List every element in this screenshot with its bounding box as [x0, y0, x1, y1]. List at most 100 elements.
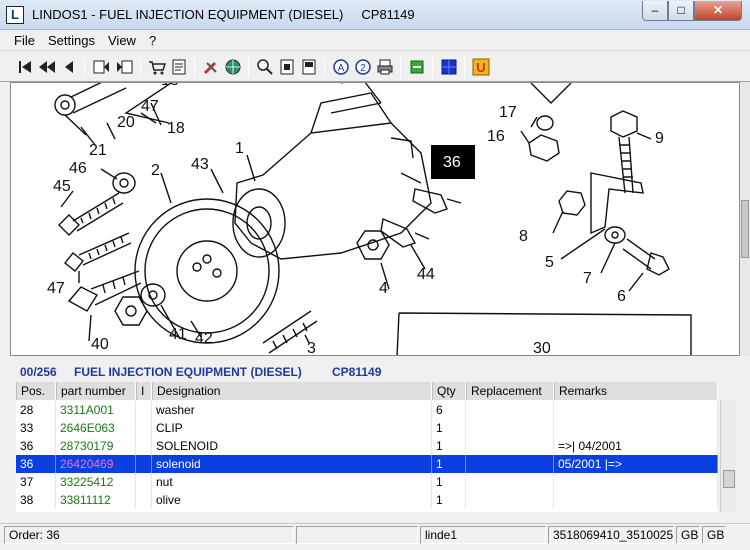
table-row-selected[interactable]: 36 26420469 solenoid 1 05/2001 |=>: [16, 455, 718, 473]
book-back-icon[interactable]: [92, 58, 110, 76]
parts-counter: 00/256: [20, 365, 57, 379]
status-lang-2: GB: [702, 526, 726, 544]
svg-text:2: 2: [360, 63, 366, 74]
toolbar-separator: [400, 57, 401, 77]
book-forward-icon[interactable]: [116, 58, 134, 76]
cell-pos: 33: [16, 419, 56, 437]
cell-flag: [136, 437, 152, 455]
parts-table: Pos. part number I Designation Qty Repla…: [16, 382, 718, 512]
svg-text:40: 40: [91, 336, 109, 353]
search-a-icon[interactable]: A: [332, 58, 350, 76]
cell-replacement: [466, 437, 554, 455]
cell-designation: olive: [152, 491, 432, 509]
cell-part-number: 2646E063: [56, 419, 136, 437]
cell-qty: 1: [432, 473, 466, 491]
cell-flag: [136, 455, 152, 473]
column-flag[interactable]: I: [136, 382, 152, 400]
cell-flag: [136, 419, 152, 437]
svg-text:9: 9: [655, 130, 664, 147]
cell-designation: washer: [152, 401, 432, 419]
drawing-scroll-thumb[interactable]: [741, 200, 749, 258]
toolbar: A 2 U: [0, 50, 750, 82]
cell-replacement: [466, 491, 554, 509]
table-row[interactable]: 33 2646E063 CLIP 1: [16, 419, 718, 437]
previous-icon[interactable]: [60, 58, 78, 76]
minimize-button[interactable]: –: [642, 1, 668, 21]
svg-text:5: 5: [545, 254, 554, 271]
table-scroll-thumb[interactable]: [723, 470, 735, 488]
cell-replacement: [466, 419, 554, 437]
cell-part-number: 26420469: [56, 455, 136, 473]
svg-text:U: U: [476, 60, 485, 75]
svg-text:7: 7: [583, 270, 592, 287]
page-icon[interactable]: [278, 58, 296, 76]
cell-remarks: [554, 473, 718, 491]
close-button[interactable]: ✕: [694, 1, 742, 21]
table-header: Pos. part number I Designation Qty Repla…: [16, 382, 718, 400]
menu-file[interactable]: File: [14, 33, 35, 48]
column-pos[interactable]: Pos.: [16, 382, 56, 400]
grid-icon[interactable]: [440, 58, 458, 76]
table-row[interactable]: 38 33811112 olive 1: [16, 491, 718, 509]
globe-icon[interactable]: [224, 58, 242, 76]
column-replacement[interactable]: Replacement: [466, 382, 554, 400]
table-row[interactable]: 37 33225412 nut 1: [16, 473, 718, 491]
parts-title: FUEL INJECTION EQUIPMENT (DIESEL): [74, 365, 302, 379]
menu-settings[interactable]: Settings: [48, 33, 95, 48]
svg-text:A: A: [338, 63, 345, 74]
svg-text:8: 8: [519, 228, 528, 245]
update-icon[interactable]: U: [472, 58, 490, 76]
cell-designation: nut: [152, 473, 432, 491]
svg-text:30: 30: [533, 340, 551, 356]
tools-icon[interactable]: [202, 58, 220, 76]
maximize-button[interactable]: □: [668, 1, 694, 21]
status-order: Order: 36: [4, 526, 294, 544]
svg-text:3: 3: [307, 340, 316, 356]
table-row[interactable]: 36 28730179 SOLENOID 1 =>| 04/2001: [16, 437, 718, 455]
column-designation[interactable]: Designation: [152, 382, 432, 400]
svg-text:47: 47: [141, 98, 159, 115]
drawing-scrollbar[interactable]: [740, 82, 750, 356]
menu-view[interactable]: View: [108, 33, 136, 48]
svg-text:17: 17: [499, 104, 517, 121]
previous-group-icon[interactable]: [38, 58, 56, 76]
cell-part-number: 33811112: [56, 491, 136, 509]
print-icon[interactable]: [376, 58, 394, 76]
cell-part-number: 3311A001: [56, 401, 136, 419]
cell-designation: CLIP: [152, 419, 432, 437]
svg-text:2: 2: [151, 162, 160, 179]
status-pane-2: [296, 526, 418, 544]
svg-text:20: 20: [117, 114, 135, 131]
cell-flag: [136, 491, 152, 509]
exploded-view-drawing[interactable]: 13 47 20 18 21 46 2 43 1 36 17 16 9 45 8…: [10, 82, 740, 356]
parts-list-header: 00/256 FUEL INJECTION EQUIPMENT (DIESEL)…: [10, 362, 750, 382]
order-list-icon[interactable]: [170, 58, 188, 76]
first-page-icon[interactable]: [16, 58, 34, 76]
table-row[interactable]: 28 3311A001 washer 6: [16, 401, 718, 419]
toolbar-separator: [432, 57, 433, 77]
column-remarks[interactable]: Remarks: [554, 382, 718, 400]
cart-icon[interactable]: [148, 58, 166, 76]
cell-qty: 1: [432, 455, 466, 473]
column-part-number[interactable]: part number: [56, 382, 136, 400]
cell-pos: 36: [16, 437, 56, 455]
title-bar: L LINDOS1 - FUEL INJECTION EQUIPMENT (DI…: [0, 0, 750, 30]
toolbar-separator: [464, 57, 465, 77]
status-user: linde1: [420, 526, 546, 544]
toolbar-separator: [140, 57, 141, 77]
parts-code: CP81149: [332, 365, 382, 379]
svg-text:6: 6: [617, 288, 626, 305]
cell-qty: 6: [432, 401, 466, 419]
column-qty[interactable]: Qty: [432, 382, 466, 400]
cell-pos: 38: [16, 491, 56, 509]
cell-pos: 37: [16, 473, 56, 491]
svg-text:44: 44: [417, 266, 435, 283]
zoom-icon[interactable]: [256, 58, 274, 76]
app-icon: L: [6, 6, 24, 24]
svg-text:46: 46: [69, 160, 87, 177]
search-2-icon[interactable]: 2: [354, 58, 372, 76]
menu-help[interactable]: ?: [149, 33, 156, 48]
fit-page-icon[interactable]: [300, 58, 318, 76]
export-icon[interactable]: [408, 58, 426, 76]
table-scrollbar[interactable]: [720, 400, 736, 512]
